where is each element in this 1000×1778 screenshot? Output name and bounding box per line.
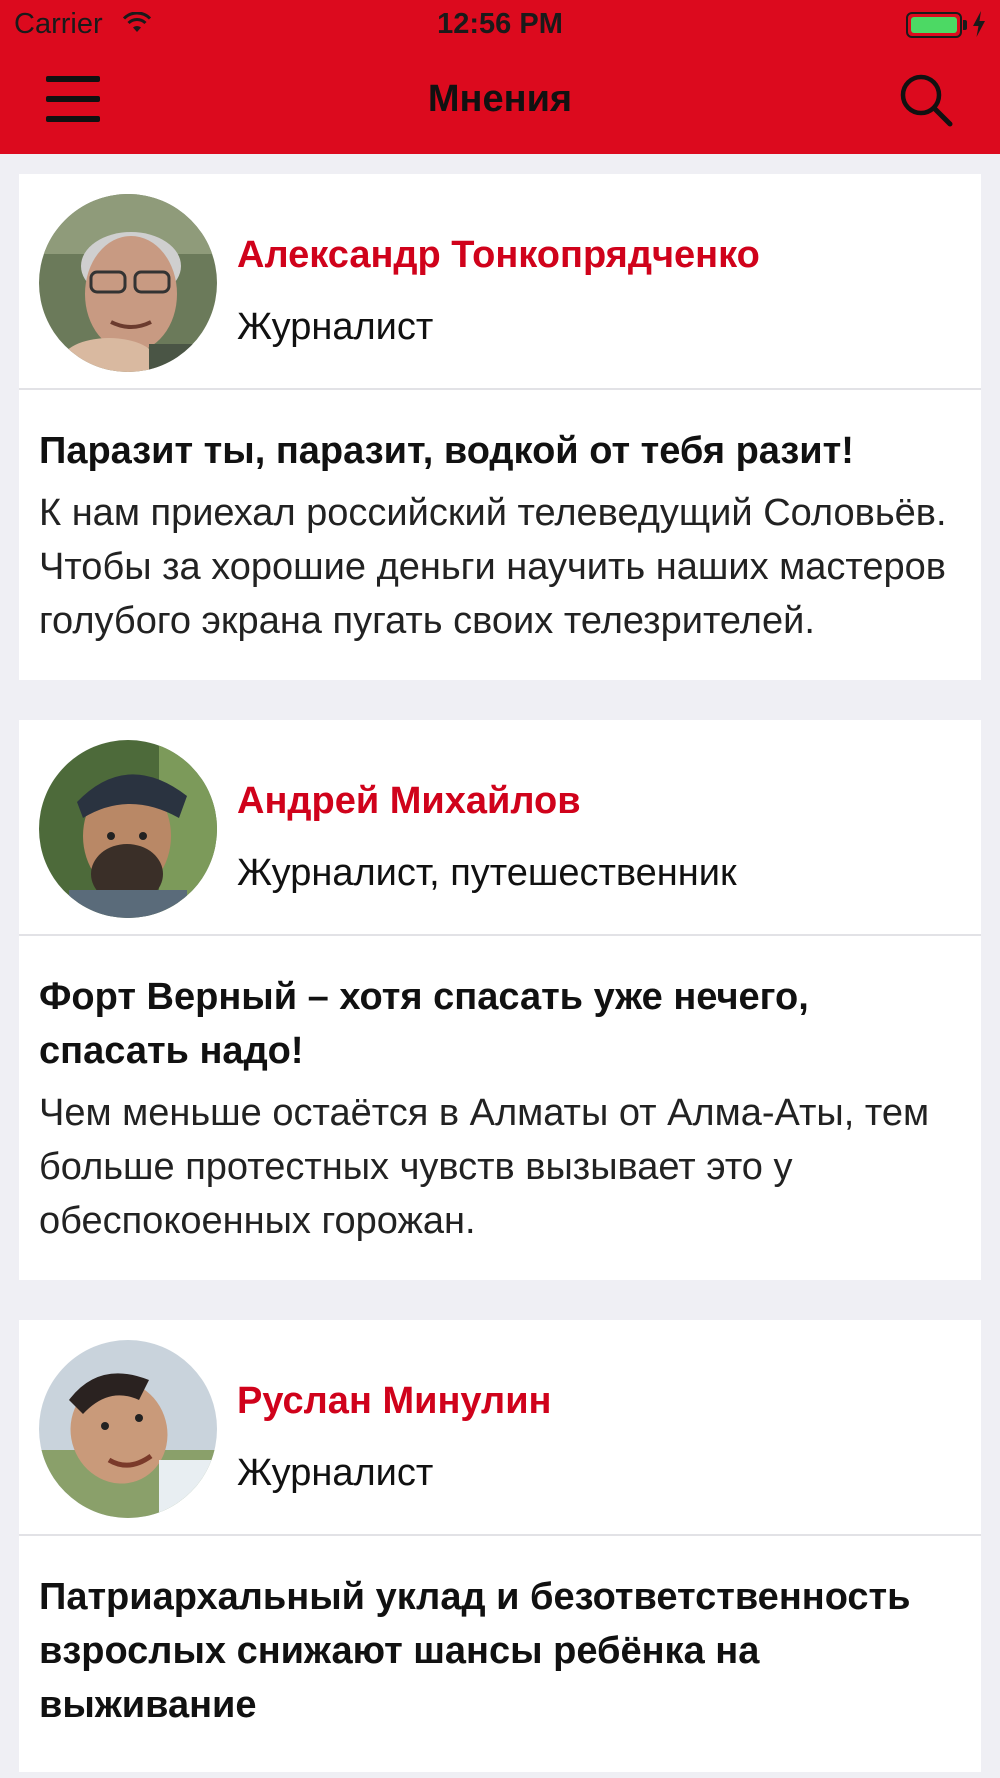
author-role: Журналист, путешественник bbox=[237, 852, 737, 894]
author-avatar[interactable] bbox=[39, 1340, 217, 1518]
author-role: Журналист bbox=[237, 306, 434, 348]
author-name[interactable]: Александр Тонкопрядченко bbox=[237, 234, 760, 277]
article-title[interactable]: Патриархальный уклад и безответственност… bbox=[39, 1570, 961, 1732]
author-header[interactable]: Андрей Михайлов Журналист, путешественни… bbox=[19, 720, 981, 936]
charging-bolt-icon bbox=[973, 11, 985, 37]
opinion-card[interactable]: Руслан Минулин Журналист Патриархальный … bbox=[19, 1320, 981, 1772]
author-header[interactable]: Руслан Минулин Журналист bbox=[19, 1320, 981, 1536]
battery-level bbox=[911, 17, 957, 33]
article-body[interactable]: Паразит ты, паразит, водкой от тебя рази… bbox=[19, 390, 981, 680]
article-body[interactable]: Форт Верный – хотя спасать уже нечего, с… bbox=[19, 936, 981, 1280]
article-excerpt: К нам приехал российский телеведущий Сол… bbox=[39, 492, 947, 642]
article-title[interactable]: Паразит ты, паразит, водкой от тебя рази… bbox=[39, 424, 961, 478]
author-name[interactable]: Андрей Михайлов bbox=[237, 780, 581, 823]
page-title: Мнения bbox=[427, 78, 573, 120]
opinions-feed: Александр Тонкопрядченко Журналист Параз… bbox=[0, 174, 1000, 1778]
article-body[interactable]: Патриархальный уклад и безответственност… bbox=[19, 1536, 981, 1772]
opinion-card[interactable]: Андрей Михайлов Журналист, путешественни… bbox=[19, 720, 981, 1280]
status-time: 12:56 PM bbox=[437, 8, 563, 40]
author-avatar[interactable] bbox=[39, 194, 217, 372]
article-title[interactable]: Форт Верный – хотя спасать уже нечего, с… bbox=[39, 970, 961, 1078]
author-photo bbox=[39, 740, 217, 918]
navigation-bar: Мнения bbox=[0, 50, 1000, 154]
author-avatar[interactable] bbox=[39, 740, 217, 918]
author-name[interactable]: Руслан Минулин bbox=[237, 1380, 552, 1423]
article-excerpt: Чем меньше остаётся в Алматы от Алма-Аты… bbox=[39, 1092, 930, 1242]
search-button[interactable] bbox=[898, 72, 954, 128]
author-photo bbox=[39, 194, 217, 372]
search-icon bbox=[900, 74, 953, 127]
author-photo bbox=[39, 1340, 217, 1518]
status-bar: Carrier 12:56 PM bbox=[0, 0, 1000, 50]
opinion-card[interactable]: Александр Тонкопрядченко Журналист Параз… bbox=[19, 174, 981, 680]
author-role: Журналист bbox=[237, 1452, 434, 1494]
author-header[interactable]: Александр Тонкопрядченко Журналист bbox=[19, 174, 981, 390]
battery-icon bbox=[906, 12, 967, 38]
